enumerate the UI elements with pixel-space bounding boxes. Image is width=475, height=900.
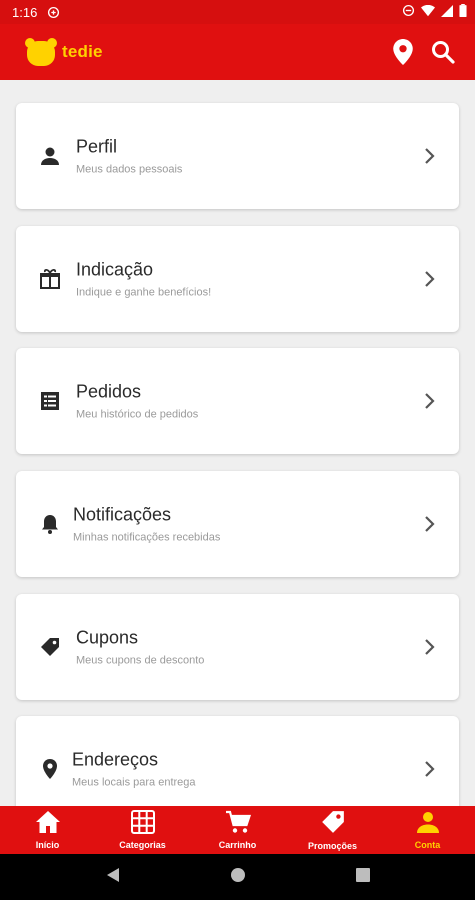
app-bar: tedie (0, 24, 475, 80)
battery-icon (459, 4, 467, 20)
bell-icon (38, 512, 62, 536)
nav-label: Promoções (307, 841, 358, 851)
chevron-right-icon (423, 269, 437, 289)
brand-name: tedie (62, 42, 103, 61)
nav-item-categorias[interactable]: Categorias (95, 806, 190, 854)
location-icon[interactable] (393, 39, 413, 65)
nav-item-conta[interactable]: Conta (380, 806, 475, 854)
menu-item-pedidos[interactable]: Pedidos Meu histórico de pedidos (16, 348, 459, 454)
recents-icon[interactable] (355, 867, 370, 887)
home-button-icon[interactable] (230, 867, 246, 888)
person-icon (38, 144, 62, 168)
back-icon[interactable] (106, 867, 120, 888)
search-icon[interactable] (431, 40, 455, 64)
wifi-icon (421, 4, 435, 20)
grid-icon (130, 810, 155, 836)
system-navigation-bar (0, 854, 475, 900)
home-icon (35, 810, 61, 836)
nav-label: Categorias (119, 840, 166, 850)
bottom-navigation: Início Categorias Carrinho Promoções Con… (0, 806, 475, 854)
chevron-right-icon (423, 637, 437, 657)
status-bar: 1:16 (0, 0, 475, 24)
menu-item-subtitle: Meus dados pessoais (76, 163, 183, 176)
chevron-right-icon (423, 514, 437, 534)
dnd-icon (402, 4, 415, 20)
menu-item-title: Notificações (73, 504, 172, 525)
person-icon (416, 810, 440, 836)
chevron-right-icon (423, 146, 437, 166)
status-time: 1:16 (12, 4, 38, 20)
menu-item-indicacao[interactable]: Indicação Indique e ganhe benefícios! (16, 226, 459, 332)
tag-icon (320, 809, 346, 837)
menu-item-subtitle: Indique e ganhe benefícios! (76, 286, 212, 299)
nav-item-promocoes[interactable]: Promoções (285, 806, 380, 854)
menu-item-subtitle: Meus cupons de desconto (76, 654, 205, 667)
signal-icon (441, 4, 453, 20)
menu-item-title: Perfil (76, 136, 118, 157)
menu-item-title: Indicação (76, 259, 154, 280)
tag-icon (38, 635, 62, 659)
nav-item-carrinho[interactable]: Carrinho (190, 806, 285, 854)
menu-item-subtitle: Meu histórico de pedidos (76, 408, 199, 421)
data-saver-icon (47, 6, 60, 19)
nav-item-inicio[interactable]: Início (0, 806, 95, 854)
menu-item-perfil[interactable]: Perfil Meus dados pessoais (16, 103, 459, 209)
brand-logo: tedie (24, 37, 103, 67)
menu-item-enderecos[interactable]: Endereços Meus locais para entrega (16, 716, 459, 806)
bear-logo-icon (25, 38, 57, 66)
menu-item-cupons[interactable]: Cupons Meus cupons de desconto (16, 594, 459, 700)
nav-label: Conta (414, 840, 441, 850)
account-menu: Perfil Meus dados pessoais Indicação Ind… (0, 80, 475, 806)
menu-item-title: Pedidos (76, 381, 142, 402)
chevron-right-icon (423, 759, 437, 779)
menu-item-subtitle: Meus locais para entrega (72, 776, 196, 789)
nav-label: Carrinho (218, 840, 257, 850)
chevron-right-icon (423, 391, 437, 411)
list-icon (38, 389, 62, 413)
cart-icon (225, 810, 251, 836)
gift-icon (38, 267, 62, 291)
menu-item-subtitle: Minhas notificações recebidas (73, 531, 221, 544)
menu-item-notificacoes[interactable]: Notificações Minhas notificações recebid… (16, 471, 459, 577)
location-pin-icon (38, 757, 62, 781)
menu-item-title: Endereços (72, 749, 159, 770)
menu-item-title: Cupons (76, 627, 139, 648)
nav-label: Início (35, 840, 60, 850)
